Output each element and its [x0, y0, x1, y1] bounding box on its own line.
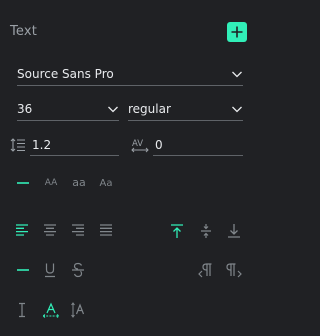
align-center-icon — [44, 224, 56, 236]
letter-spacing-icon: AV — [131, 135, 149, 155]
auto-height-icon — [71, 302, 85, 318]
auto-height-button[interactable] — [71, 302, 85, 318]
align-left-icon — [16, 224, 28, 236]
svg-text:AV: AV — [132, 139, 143, 149]
text-panel: Text Source Sans Pro 36 regular 1.2 AV 0… — [0, 0, 251, 336]
fixed-size-button[interactable] — [16, 302, 28, 318]
font-weight-value: regular — [128, 101, 171, 116]
line-height-icon — [10, 135, 26, 155]
align-left-button[interactable] — [15, 223, 29, 237]
align-bottom-button[interactable] — [227, 223, 241, 239]
case-none-button[interactable] — [15, 176, 31, 190]
align-top-button[interactable] — [170, 223, 184, 239]
font-family-value: Source Sans Pro — [17, 66, 114, 81]
auto-width-icon — [42, 302, 60, 318]
uppercase-button[interactable]: AA — [42, 176, 60, 190]
dash-icon — [17, 269, 29, 271]
chevron-down-icon — [232, 71, 242, 77]
panel-title: Text — [10, 24, 38, 39]
add-text-button[interactable] — [227, 22, 247, 42]
lowercase-button[interactable]: aa — [70, 175, 88, 190]
ltr-paragraph-icon — [198, 263, 212, 278]
strikethrough-icon — [72, 262, 84, 278]
font-weight-select[interactable]: regular — [128, 97, 243, 121]
decoration-none-button[interactable] — [15, 263, 31, 277]
chevron-down-icon — [108, 106, 118, 112]
dash-icon — [17, 182, 29, 184]
font-size-select[interactable]: 36 — [17, 97, 119, 121]
plus-icon — [231, 26, 243, 38]
strikethrough-button[interactable] — [71, 262, 85, 278]
auto-width-button[interactable] — [42, 302, 60, 318]
titlecase-button[interactable]: Aa — [97, 176, 115, 190]
font-family-select[interactable]: Source Sans Pro — [17, 62, 243, 86]
line-height-input[interactable]: 1.2 — [30, 134, 119, 156]
align-right-icon — [72, 224, 84, 236]
ltr-button[interactable] — [198, 262, 214, 278]
text-cursor-icon — [19, 302, 25, 318]
underline-button[interactable] — [43, 262, 57, 278]
underline-icon — [45, 263, 55, 278]
align-justify-icon — [100, 224, 112, 236]
align-center-button[interactable] — [43, 223, 57, 237]
align-middle-button[interactable] — [199, 223, 213, 239]
align-middle-icon — [201, 224, 211, 238]
rtl-button[interactable] — [226, 262, 242, 278]
chevron-down-icon — [232, 106, 242, 112]
align-bottom-icon — [228, 224, 240, 238]
align-top-icon — [171, 224, 183, 238]
align-right-button[interactable] — [71, 223, 85, 237]
align-justify-button[interactable] — [99, 223, 113, 237]
letter-spacing-input[interactable]: 0 — [153, 134, 243, 156]
font-size-value: 36 — [17, 101, 33, 116]
rtl-paragraph-icon — [226, 263, 242, 278]
